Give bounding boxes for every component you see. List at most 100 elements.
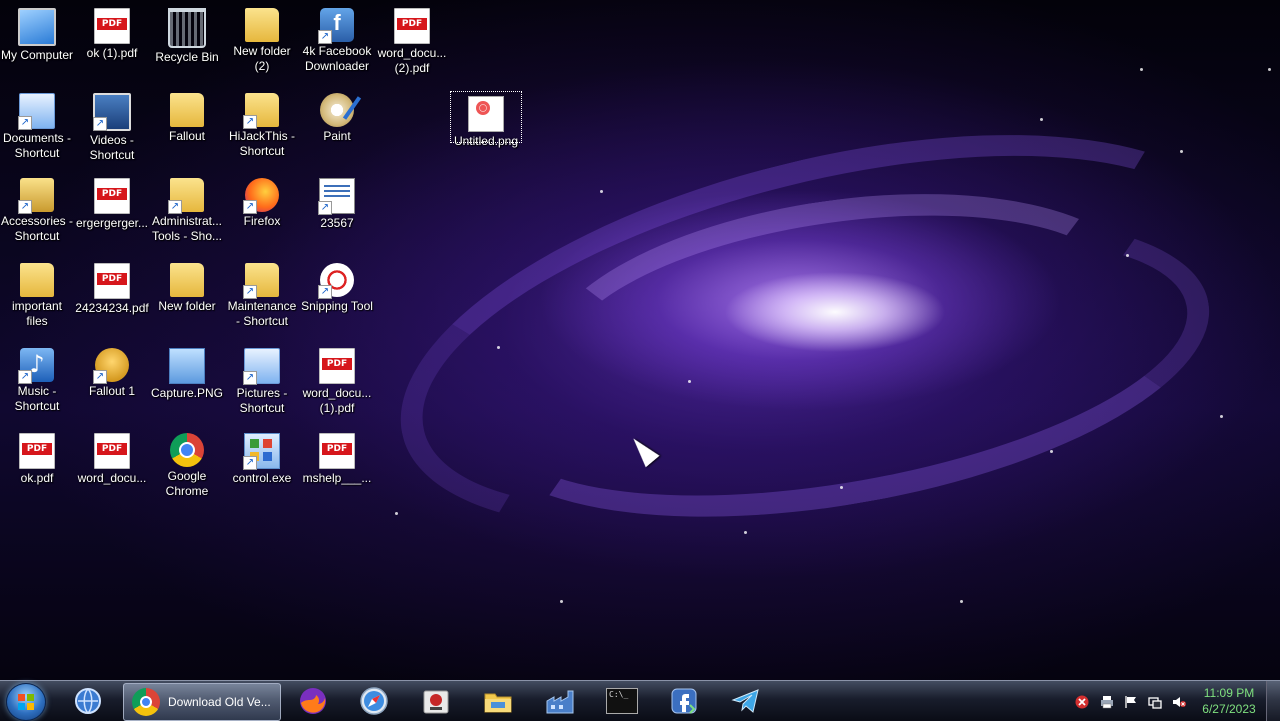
desktop-icon-word-docu-2-pdf[interactable]: word_docu... (2).pdf — [375, 2, 449, 76]
desktop-icon-music-shortcut[interactable]: Music - Shortcut — [0, 342, 74, 414]
desktop-icon-label: New folder — [158, 299, 216, 313]
desktop-icon-control-exe[interactable]: control.exe — [225, 427, 299, 486]
desktop-icon-label: word_docu... (1).pdf — [302, 386, 372, 415]
desktop-icon-label: ergergerger... — [75, 216, 149, 230]
desktop-icon-label: Fallout — [168, 129, 206, 143]
security-app-icon[interactable] — [420, 685, 452, 717]
file-explorer-icon[interactable] — [482, 685, 514, 717]
firefox-icon[interactable] — [297, 685, 329, 717]
desktop-icon-label: 4k Facebook Downloader — [302, 44, 372, 73]
telegram-icon[interactable] — [730, 685, 762, 717]
desktop-icon-label: Recycle Bin — [155, 50, 219, 64]
desktop-icon-label: word_docu... — [77, 471, 147, 485]
desktop-icon-24234234-pdf[interactable]: 24234234.pdf — [75, 257, 149, 316]
star — [1040, 118, 1043, 121]
desktop-icon-firefox[interactable]: Firefox — [225, 172, 299, 229]
desktop-icon-label: ok (1).pdf — [86, 46, 138, 60]
star — [600, 190, 603, 193]
desktop-icon-label: mshelp___... — [302, 471, 372, 485]
pdf-icon — [394, 8, 430, 44]
desktop-icon-label: Firefox — [243, 214, 281, 228]
desktop-icon-word-docu-1-pdf[interactable]: word_docu... (1).pdf — [300, 342, 374, 416]
windows-logo-icon — [18, 694, 25, 701]
taskbar-button-chrome-window[interactable]: Download Old Ve... — [123, 683, 281, 721]
desktop-icon-new-folder[interactable]: New folder — [150, 257, 224, 314]
fallout-icon — [93, 348, 129, 384]
desktop-icon-untitled-png[interactable]: Untitled.png — [450, 91, 522, 148]
desktop-icon-label: Administrat... Tools - Sho... — [151, 214, 223, 243]
desktop-icon-ok-1-pdf[interactable]: ok (1).pdf — [75, 2, 149, 61]
desktop-icon-paint[interactable]: Paint — [300, 87, 374, 144]
desktop-icon-23567[interactable]: 23567 — [300, 172, 374, 231]
factory-app-icon[interactable] — [544, 685, 576, 717]
document-icon — [318, 178, 355, 215]
desktop-icon-pictures-shortcut[interactable]: Pictures - Shortcut — [225, 342, 299, 416]
start-button[interactable] — [6, 683, 46, 721]
desktop-icon-google-chrome[interactable]: Google Chrome — [150, 427, 224, 499]
star — [688, 380, 691, 383]
flag-icon[interactable] — [1124, 695, 1138, 709]
pdf-icon — [94, 8, 130, 44]
desktop-icon-4k-facebook-downloader[interactable]: 4k Facebook Downloader — [300, 2, 374, 74]
command-prompt-icon[interactable]: C:\_ — [606, 688, 638, 714]
desktop-icon-label: Pictures - Shortcut — [236, 386, 288, 415]
command-prompt-glyph: C:\_ — [609, 690, 629, 699]
folder-icon — [243, 263, 279, 299]
desktop-icon-label: Capture.PNG — [150, 386, 224, 400]
facebook-downloader-icon[interactable] — [668, 685, 700, 717]
pdf-icon — [94, 178, 130, 214]
desktop-icon-capture-png[interactable]: Capture.PNG — [150, 342, 224, 401]
desktop-icon-fallout-1[interactable]: Fallout 1 — [75, 342, 149, 399]
image-file-icon — [169, 348, 205, 384]
desktop-icon-hijackthis-shortcut[interactable]: HiJackThis - Shortcut — [225, 87, 299, 159]
videos-icon — [93, 93, 131, 131]
desktop-icon-ergergerger[interactable]: ergergerger... — [75, 172, 149, 231]
network-icon[interactable] — [1148, 695, 1162, 709]
safari-icon[interactable] — [358, 685, 390, 717]
desktop-icon-label: HiJackThis - Shortcut — [228, 129, 295, 158]
recycle-bin-icon — [168, 8, 206, 48]
desktop-icon-administrative-tools[interactable]: Administrat... Tools - Sho... — [150, 172, 224, 244]
star — [1126, 254, 1129, 257]
desktop-icon-my-computer[interactable]: My Computer — [0, 2, 74, 63]
pdf-icon — [319, 348, 355, 384]
accessories-icon — [18, 178, 54, 214]
desktop[interactable]: My Computer Documents - Shortcut Accesso… — [0, 0, 1280, 680]
desktop-icon-ok-pdf[interactable]: ok.pdf — [0, 427, 74, 486]
desktop-icon-label: ok.pdf — [20, 471, 54, 485]
desktop-icon-word-docu[interactable]: word_docu... — [75, 427, 149, 486]
clock[interactable]: 11:09 PM 6/27/2023 — [1196, 685, 1262, 717]
folder-icon — [168, 178, 204, 214]
desktop-icon-label: important files — [11, 299, 63, 328]
desktop-icon-mshelp[interactable]: mshelp___... — [300, 427, 374, 486]
printer-icon[interactable] — [1100, 695, 1114, 709]
computer-icon — [18, 8, 56, 46]
clock-date: 6/27/2023 — [1202, 702, 1256, 716]
network-icon[interactable] — [72, 685, 104, 717]
desktop-icon-label: Paint — [323, 129, 351, 143]
desktop-icon-documents-shortcut[interactable]: Documents - Shortcut — [0, 87, 74, 161]
desktop-icon-accessories-shortcut[interactable]: Accessories - Shortcut — [0, 172, 74, 244]
desktop-icon-snipping-tool[interactable]: Snipping Tool — [300, 257, 374, 314]
desktop-icon-new-folder-2[interactable]: New folder (2) — [225, 2, 299, 74]
desktop-icon-fallout[interactable]: Fallout — [150, 87, 224, 144]
desktop-icon-maintenance-shortcut[interactable]: Maintenance - Shortcut — [225, 257, 299, 329]
star — [1050, 450, 1053, 453]
paint-icon — [320, 93, 354, 127]
desktop-icon-recycle-bin[interactable]: Recycle Bin — [150, 2, 224, 65]
firefox-icon — [243, 178, 279, 214]
window-title: Download Old Ve... — [168, 695, 271, 709]
desktop-icon-videos-shortcut[interactable]: Videos - Shortcut — [75, 87, 149, 163]
desktop-icon-label: New folder (2) — [233, 44, 291, 73]
show-desktop-button[interactable] — [1266, 681, 1280, 721]
volume-muted-icon[interactable] — [1172, 695, 1186, 709]
chrome-icon — [132, 688, 160, 716]
error-x-icon[interactable] — [1075, 695, 1089, 709]
scissors-icon — [318, 263, 354, 299]
desktop-icon-important-files[interactable]: important files — [0, 257, 74, 329]
star — [1180, 150, 1183, 153]
star — [1220, 415, 1223, 418]
star — [395, 512, 398, 515]
folder-icon — [170, 93, 204, 127]
documents-icon — [18, 93, 55, 130]
